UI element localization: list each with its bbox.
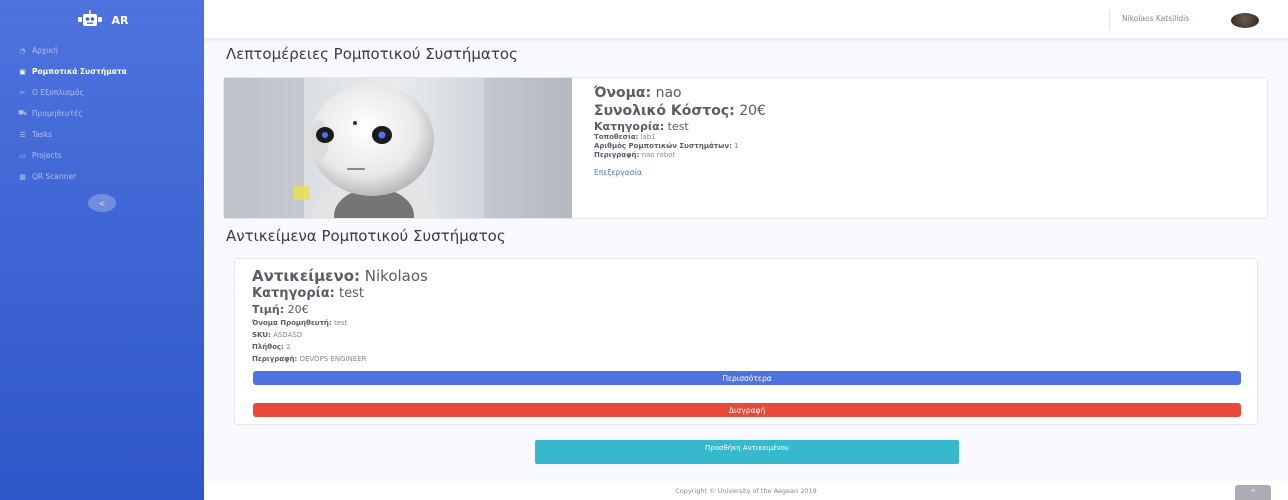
price-label: Τιμή: (252, 303, 285, 316)
robot-name: nao (655, 85, 682, 101)
delete-button[interactable]: Διαγραφή (253, 403, 1241, 417)
dashboard-icon: ◔ (19, 46, 26, 55)
count-label: Αριθμός Ρομποτικών Συστημάτων: (594, 142, 732, 150)
robot-location: lab1 (640, 133, 656, 141)
item-name: Nikolaos (364, 267, 428, 285)
scroll-to-top-button[interactable]: ^ (1235, 485, 1271, 500)
qty-label: Πλήθος: (252, 343, 284, 351)
robot-description: nao robot (641, 151, 676, 159)
item-sku-row: SKU: ASDASD (252, 329, 428, 341)
sku-label: SKU: (252, 331, 271, 339)
item-price: 20€ (287, 303, 309, 316)
copyright-text: Copyright © University of the Aegean 201… (675, 486, 817, 495)
brand-text: AR (111, 13, 129, 27)
robot-cost: 20€ (739, 103, 766, 119)
desc-label: Περιγραφή: (594, 151, 640, 159)
name-label: Όνομα: (594, 85, 652, 101)
chevron-up-icon: ^ (1249, 488, 1257, 497)
user-name[interactable]: Nikolaos Katsilidis (1122, 14, 1189, 23)
tools-icon: ✂ (19, 88, 26, 97)
sidebar-item-tasks[interactable]: ☰ Tasks (0, 124, 204, 145)
sidebar-item-projects[interactable]: ▭ Projects (0, 145, 204, 166)
item-price-row: Τιμή: 20€ (252, 303, 428, 317)
sidebar: AR ◔ Αρχική ▣ Ρομποτικά Συστήματα ✂ Ο Εξ… (0, 0, 204, 500)
sidebar-item-label: Ρομποτικά Συστήματα (32, 67, 127, 76)
robot-logo-icon (77, 10, 102, 26)
item-category-row: Κατηγορία: test (252, 285, 428, 303)
sidebar-item-home[interactable]: ◔ Αρχική (0, 40, 204, 61)
location-label: Τοποθεσία: (594, 133, 639, 141)
sidebar-item-label: Προμηθευτές (32, 109, 83, 118)
footer: Copyright © University of the Aegean 201… (204, 481, 1288, 500)
supplier-label: Όνομα Προμηθευτή: (252, 319, 332, 327)
avatar[interactable] (1231, 13, 1259, 28)
sidebar-item-label: Tasks (32, 130, 53, 139)
page-title: Λεπτομέρειες Ρομποτικού Συστήματος (226, 45, 518, 63)
sidebar-item-robotic-systems[interactable]: ▣ Ρομποτικά Συστήματα (0, 61, 204, 82)
qr-icon: ▦ (19, 172, 26, 181)
item-supplier: test (333, 319, 348, 327)
cost-label: Συνολικό Κόστος: (594, 103, 735, 119)
cart-icon: ⛟ (18, 109, 27, 117)
robot-info: Όνομα: nao Συνολικό Κόστος: 20€ Κατηγορί… (594, 84, 766, 179)
item-desc-row: Περιγραφή: DEVOPS ENGINEER (252, 353, 428, 365)
folder-icon: ▭ (19, 151, 26, 160)
category-label: Κατηγορία: (252, 286, 335, 301)
robot-cost-row: Συνολικό Κόστος: 20€ (594, 102, 766, 120)
topbar-divider (1109, 10, 1110, 30)
item-quantity: 2 (286, 343, 291, 351)
more-button[interactable]: Περισσότερα (253, 371, 1241, 385)
sidebar-item-label: Ο Εξοπλισμός (32, 88, 84, 97)
item-label: Αντικείμενο: (252, 267, 361, 285)
robot-count: 1 (734, 142, 739, 150)
edit-link[interactable]: Επεξεργασία (594, 168, 642, 177)
item-card: Αντικείμενο: Nikolaos Κατηγορία: test Τι… (234, 258, 1258, 425)
robot-image (224, 78, 572, 218)
robot-name-row: Όνομα: nao (594, 84, 766, 102)
robot-location-row: Τοποθεσία: lab1 (594, 133, 766, 142)
robot-count-row: Αριθμός Ρομποτικών Συστημάτων: 1 (594, 142, 766, 151)
sidebar-item-label: QR Scanner (32, 172, 77, 181)
item-description: DEVOPS ENGINEER (299, 355, 367, 363)
robot-desc-row: Περιγραφή: nao robot (594, 151, 766, 160)
list-icon: ☰ (19, 130, 26, 139)
robot-category-row: Κατηγορία: test (594, 120, 766, 133)
sidebar-toggle-button[interactable]: < (88, 194, 116, 212)
item-supplier-row: Όνομα Προμηθευτή: test (252, 317, 428, 329)
sidebar-item-label: Projects (32, 151, 62, 160)
add-item-button[interactable]: Προσθήκη Αντικειμένου (535, 440, 959, 464)
robot-icon: ▣ (19, 67, 26, 76)
topbar: Nikolaos Katsilidis (204, 0, 1288, 38)
sidebar-item-equipment[interactable]: ✂ Ο Εξοπλισμός (0, 82, 204, 103)
sidebar-brand[interactable]: AR (0, 0, 204, 40)
items-section-title: Αντικείμενα Ρομποτικού Συστήματος (226, 227, 506, 245)
desc-label: Περιγραφή: (252, 355, 298, 363)
item-sku: ASDASD (273, 331, 303, 339)
robot-details-card: Όνομα: nao Συνολικό Κόστος: 20€ Κατηγορί… (223, 77, 1268, 219)
chevron-left-icon: < (98, 198, 106, 208)
item-category: test (338, 286, 364, 301)
robot-category: test (667, 120, 689, 133)
category-label: Κατηγορία: (594, 120, 665, 133)
item-name-row: Αντικείμενο: Nikolaos (252, 267, 428, 285)
sidebar-item-suppliers[interactable]: ⛟ Προμηθευτές (0, 103, 204, 124)
sidebar-item-qr-scanner[interactable]: ▦ QR Scanner (0, 166, 204, 187)
item-qty-row: Πλήθος: 2 (252, 341, 428, 353)
sidebar-item-label: Αρχική (32, 46, 58, 55)
